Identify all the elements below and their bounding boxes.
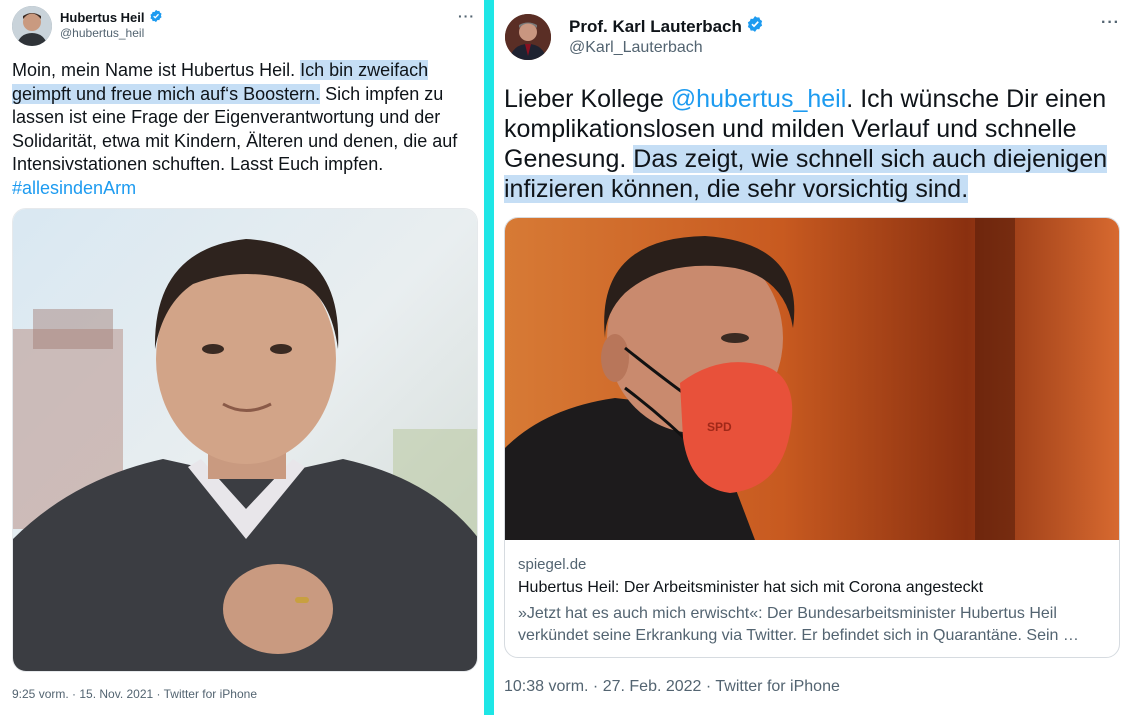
author-avatar[interactable] — [505, 14, 551, 60]
tweet-text-part: Moin, mein Name ist Hubertus Heil. — [12, 60, 301, 80]
tweet-photo[interactable] — [12, 208, 478, 672]
tweet-text-part: Lieber Kollege — [504, 85, 671, 113]
link-preview-image[interactable]: SPD — [505, 218, 1119, 540]
mask-label: SPD — [707, 420, 732, 434]
more-options-icon[interactable]: ··· — [1101, 14, 1120, 32]
verified-badge-icon — [149, 9, 163, 26]
link-domain[interactable]: spiegel.de — [518, 556, 586, 573]
tweet-text: Moin, mein Name ist Hubertus Heil. Ich b… — [12, 59, 472, 200]
link-title[interactable]: Hubertus Heil: Der Arbeitsminister hat s… — [518, 579, 983, 597]
hashtag-link[interactable]: #allesindenArm — [12, 178, 136, 198]
author-name[interactable]: Prof. Karl Lauterbach — [569, 17, 742, 37]
link-preview-card[interactable]: SPD spiegel.de Hubertus Heil: Der Arbeit… — [504, 217, 1120, 658]
author-name[interactable]: Hubertus Heil — [60, 10, 145, 25]
mention-link[interactable]: @hubertus_heil — [671, 85, 847, 113]
verified-badge-icon — [746, 15, 764, 38]
author-avatar[interactable] — [12, 6, 52, 46]
tweet-karl-lauterbach: Prof. Karl Lauterbach @Karl_Lauterbach ·… — [494, 0, 1140, 715]
author-name-row[interactable]: Prof. Karl Lauterbach — [569, 15, 764, 38]
tweet-timestamp[interactable]: 9:25 vorm. · 15. Nov. 2021 · Twitter for… — [12, 687, 257, 701]
link-description[interactable]: »Jetzt hat es auch mich erwischt«: Der B… — [518, 603, 1108, 647]
tweet-hubertus-heil: Hubertus Heil @hubertus_heil ··· Moin, m… — [0, 0, 484, 715]
author-name-row[interactable]: Hubertus Heil — [60, 9, 163, 26]
more-options-icon[interactable]: ··· — [458, 8, 475, 24]
divider — [484, 0, 494, 715]
tweet-timestamp[interactable]: 10:38 vorm. · 27. Feb. 2022 · Twitter fo… — [504, 678, 840, 696]
author-handle[interactable]: @Karl_Lauterbach — [569, 39, 703, 57]
tweet-text: Lieber Kollege @hubertus_heil. Ich wünsc… — [504, 84, 1124, 204]
author-handle[interactable]: @hubertus_heil — [60, 26, 144, 40]
